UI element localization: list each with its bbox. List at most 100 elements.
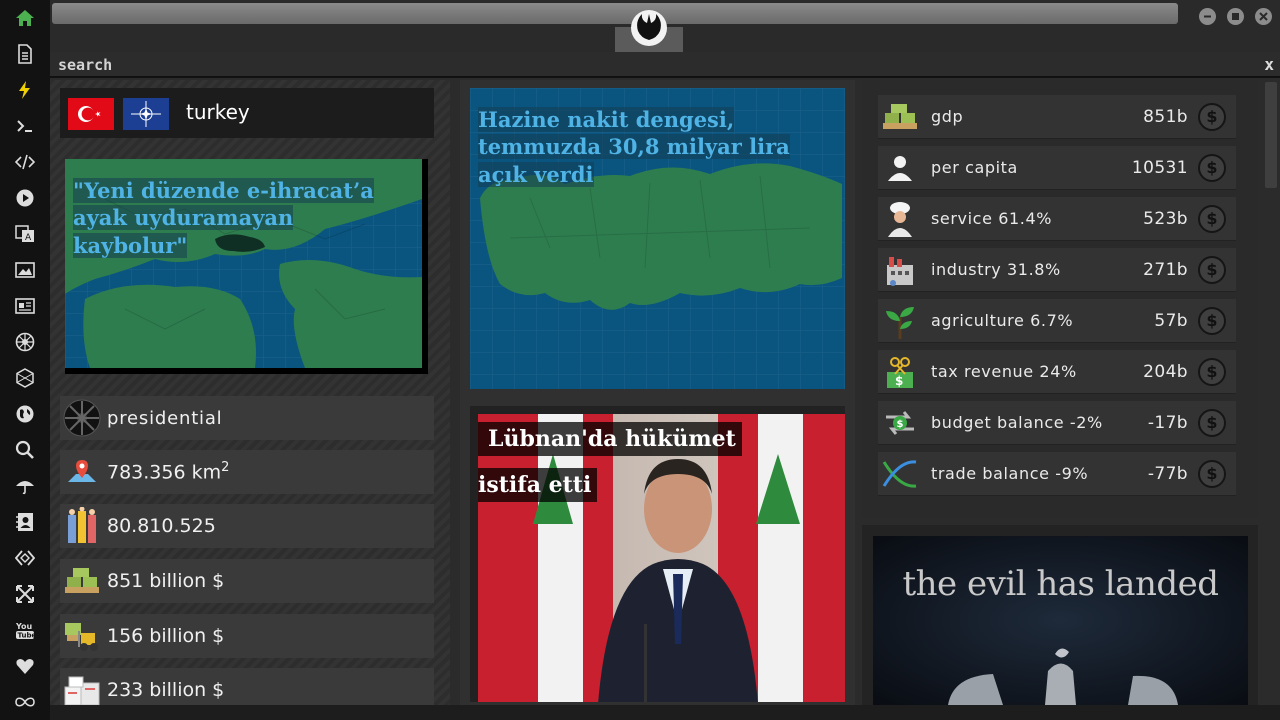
turkey-map-card[interactable]: Hazine nakit dengesi, temmuzda 30,8 mily…: [470, 88, 845, 389]
stat-row-government[interactable]: presidential: [60, 396, 434, 440]
svg-text:$: $: [895, 374, 903, 388]
search-bar[interactable]: search x: [50, 52, 1280, 78]
econ-label: agriculture 6.7%: [931, 311, 1074, 330]
lightning-icon[interactable]: [13, 78, 37, 102]
stat-row-gdp[interactable]: 851 billion $: [60, 559, 434, 603]
svg-text:You: You: [15, 622, 33, 631]
econ-row-trade[interactable]: trade balance -9% -77b $: [878, 452, 1236, 496]
document-icon[interactable]: [13, 42, 37, 66]
heart-icon[interactable]: [13, 654, 37, 678]
umbrella-icon[interactable]: [13, 474, 37, 498]
news-headline-line2: istifa etti: [478, 468, 598, 502]
dollar-icon[interactable]: $: [1198, 357, 1226, 386]
status-bar: [50, 705, 1280, 720]
infinity-icon[interactable]: [13, 690, 37, 714]
factory-icon: [880, 250, 920, 290]
svg-text:$: $: [897, 419, 904, 430]
turkey-flag-icon: [68, 98, 114, 130]
tax-icon: $: [880, 352, 920, 392]
econ-label: tax revenue 24%: [931, 362, 1077, 381]
dollar-icon[interactable]: $: [1198, 408, 1226, 437]
stat-superscript: 2: [221, 460, 230, 476]
sidebar: A You Tube: [0, 0, 50, 720]
map-headline: Hazine nakit dengesi, temmuzda 30,8 mily…: [478, 107, 790, 187]
dollar-icon[interactable]: $: [1198, 204, 1226, 233]
econ-label: service 61.4%: [931, 209, 1053, 228]
econ-row-per-capita[interactable]: per capita 10531 $: [878, 146, 1236, 190]
chef-icon: [880, 199, 920, 239]
promo-image[interactable]: the evil has landed: [873, 536, 1248, 705]
image-icon[interactable]: [13, 258, 37, 282]
scrollbar[interactable]: [1262, 80, 1280, 705]
news-photo-card[interactable]: Lübnan'da hükümet istifa etti: [470, 406, 845, 702]
budget-icon: $: [880, 403, 920, 443]
close-window-button[interactable]: [1255, 8, 1272, 25]
svg-text:Tube: Tube: [18, 632, 36, 640]
money-icon: [62, 561, 102, 601]
contact-card-icon[interactable]: [13, 510, 37, 534]
econ-value: 204b: [1143, 361, 1188, 382]
empire-icon[interactable]: [13, 330, 37, 354]
youtube-icon[interactable]: You Tube: [13, 618, 37, 642]
maximize-button[interactable]: [1227, 8, 1244, 25]
home-icon[interactable]: [13, 6, 37, 30]
economy-panel: gdp 851b $ per capita 10531 $ service 61…: [862, 80, 1258, 518]
econ-label: budget balance -2%: [931, 413, 1103, 432]
newspaper-icon[interactable]: [13, 294, 37, 318]
econ-row-service[interactable]: service 61.4% 523b $: [878, 197, 1236, 241]
scrollbar-thumb[interactable]: [1265, 82, 1277, 188]
dollar-icon[interactable]: $: [1198, 459, 1226, 488]
news-map-card[interactable]: "Yeni düzende e-ihracat’a ayak uyduramay…: [65, 159, 428, 374]
search-icon[interactable]: [13, 438, 37, 462]
econ-row-industry[interactable]: industry 31.8% 271b $: [878, 248, 1236, 292]
econ-value: -77b: [1147, 463, 1188, 484]
stat-value: 156 billion $: [107, 625, 225, 647]
globe-icon[interactable]: [13, 402, 37, 426]
code-icon[interactable]: [13, 150, 37, 174]
econ-value: 851b: [1143, 106, 1188, 127]
news-panel: Hazine nakit dengesi, temmuzda 30,8 mily…: [460, 80, 855, 705]
area-icon: [62, 452, 102, 492]
close-search-button[interactable]: x: [1264, 55, 1274, 74]
title-strip[interactable]: [52, 3, 1178, 24]
dollar-icon[interactable]: $: [1198, 255, 1226, 284]
rebel-alliance-icon[interactable]: [630, 9, 668, 47]
expand-icon[interactable]: [13, 582, 37, 606]
econ-value: 10531: [1131, 157, 1188, 178]
stat-row-forklift[interactable]: 156 billion $: [60, 614, 434, 658]
trade-icon: [880, 454, 920, 494]
econ-row-gdp[interactable]: gdp 851b $: [878, 95, 1236, 139]
nato-flag-icon: [123, 98, 169, 130]
econ-value: 57b: [1154, 310, 1188, 331]
dollar-icon[interactable]: $: [1198, 306, 1226, 335]
econ-value: 523b: [1143, 208, 1188, 229]
terminal-icon[interactable]: [13, 114, 37, 138]
stat-value: presidential: [107, 407, 223, 429]
population-icon: [62, 506, 102, 546]
country-name: turkey: [186, 100, 250, 124]
map-headline: "Yeni düzende e-ihracat’a ayak uyduramay…: [73, 178, 374, 258]
translate-icon[interactable]: A: [13, 222, 37, 246]
hexagon-icon[interactable]: [13, 366, 37, 390]
econ-row-tax[interactable]: $ tax revenue 24% 204b $: [878, 350, 1236, 394]
stat-value: 851 billion $: [107, 570, 225, 592]
stat-value: 783.356 km2: [107, 460, 230, 484]
boxes-icon: [62, 670, 102, 710]
econ-row-agriculture[interactable]: agriculture 6.7% 57b $: [878, 299, 1236, 343]
econ-label: per capita: [931, 158, 1018, 177]
minimize-button[interactable]: [1199, 8, 1216, 25]
dollar-icon[interactable]: $: [1198, 153, 1226, 182]
stat-row-population[interactable]: 80.810.525: [60, 504, 434, 548]
government-icon: [62, 398, 102, 438]
play-icon[interactable]: [13, 186, 37, 210]
stat-value: 80.810.525: [107, 515, 216, 537]
dollar-icon[interactable]: $: [1198, 102, 1226, 131]
stat-row-area[interactable]: 783.356 km2: [60, 450, 434, 494]
econ-row-budget[interactable]: $ budget balance -2% -17b $: [878, 401, 1236, 445]
diamond-code-icon[interactable]: [13, 546, 37, 570]
search-label[interactable]: search: [58, 56, 112, 74]
country-header[interactable]: turkey: [60, 88, 434, 138]
plant-icon: [880, 301, 920, 341]
window-titlebar: [50, 0, 1280, 52]
news-headline-line1: Lübnan'da hükümet: [478, 422, 742, 456]
